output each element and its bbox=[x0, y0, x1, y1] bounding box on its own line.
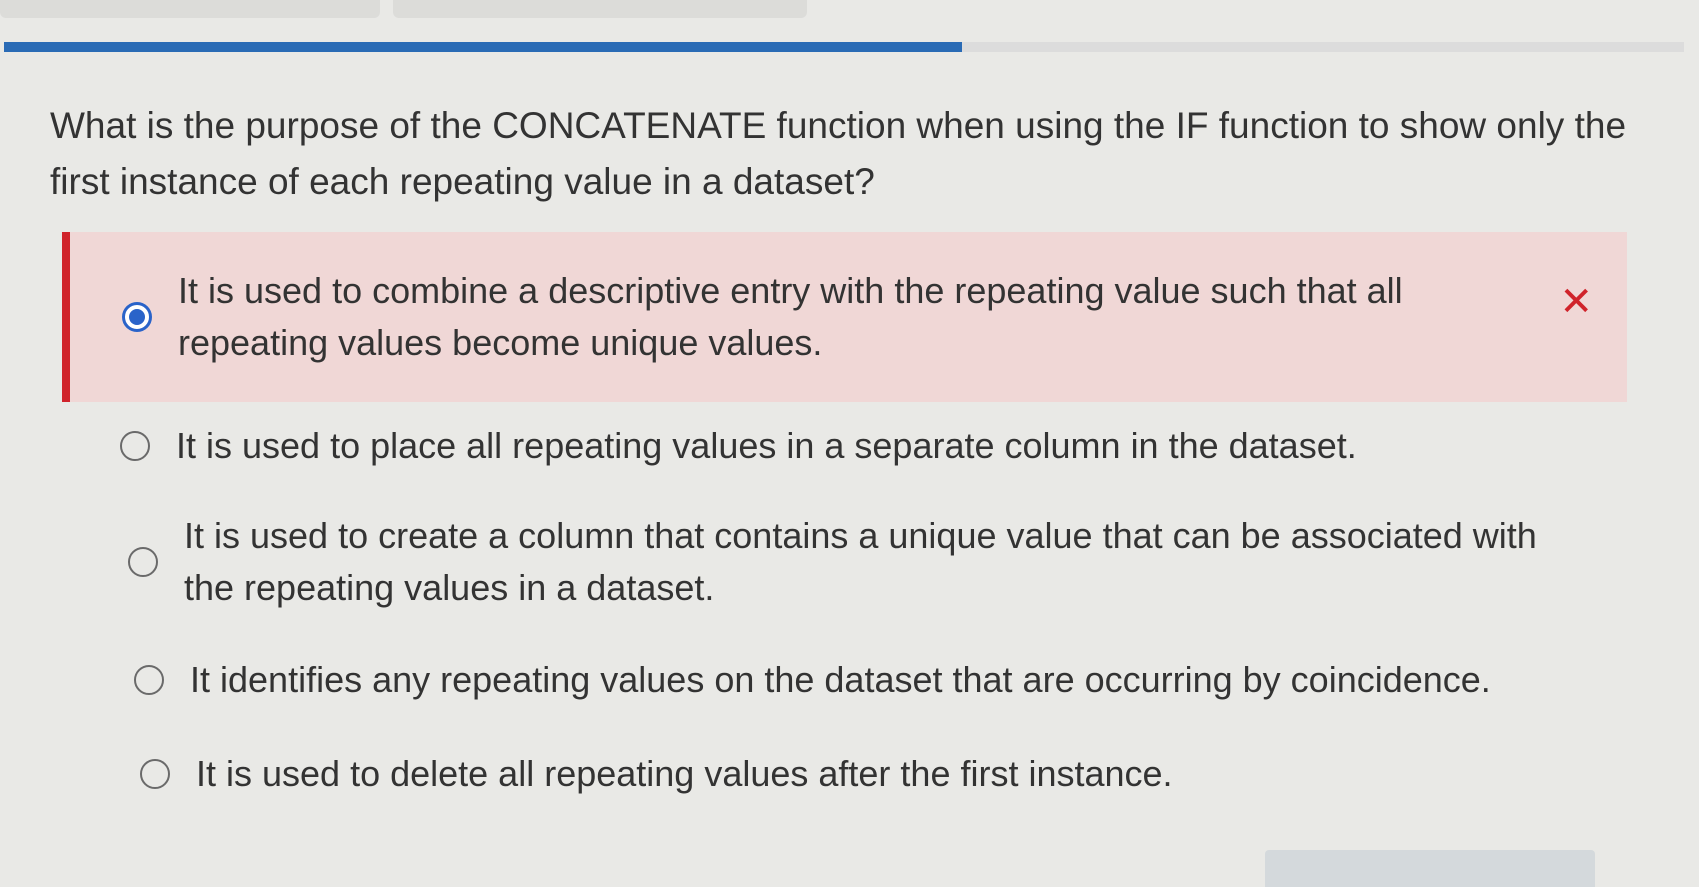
answer-option-1[interactable]: It is used to combine a descriptive entr… bbox=[62, 232, 1627, 402]
radio-button[interactable] bbox=[120, 431, 150, 461]
answer-option-4[interactable]: It identifies any repeating values on th… bbox=[134, 654, 1491, 706]
answer-option-label: It is used to create a column that conta… bbox=[184, 515, 1537, 608]
radio-button[interactable] bbox=[134, 665, 164, 695]
radio-button-selected[interactable] bbox=[122, 302, 152, 332]
answer-option-label: It identifies any repeating values on th… bbox=[190, 659, 1491, 700]
question-text: What is the purpose of the CONCATENATE f… bbox=[50, 105, 1627, 202]
progress-bar-fill bbox=[4, 42, 962, 52]
check-answer-button[interactable] bbox=[1265, 850, 1595, 887]
top-tab-left bbox=[0, 0, 380, 18]
incorrect-x-icon: ✕ bbox=[1559, 280, 1593, 324]
answer-option-5[interactable]: It is used to delete all repeating value… bbox=[140, 748, 1173, 800]
progress-bar bbox=[4, 42, 1684, 52]
radio-button[interactable] bbox=[140, 759, 170, 789]
radio-button[interactable] bbox=[128, 547, 158, 577]
answer-option-label: It is used to delete all repeating value… bbox=[196, 753, 1173, 794]
top-tab-right bbox=[393, 0, 807, 18]
answer-option-2[interactable]: It is used to place all repeating values… bbox=[120, 420, 1357, 472]
answer-option-label: It is used to combine a descriptive entr… bbox=[178, 270, 1403, 363]
answer-option-3[interactable]: It is used to create a column that conta… bbox=[128, 510, 1578, 614]
answer-option-label: It is used to place all repeating values… bbox=[176, 425, 1357, 466]
